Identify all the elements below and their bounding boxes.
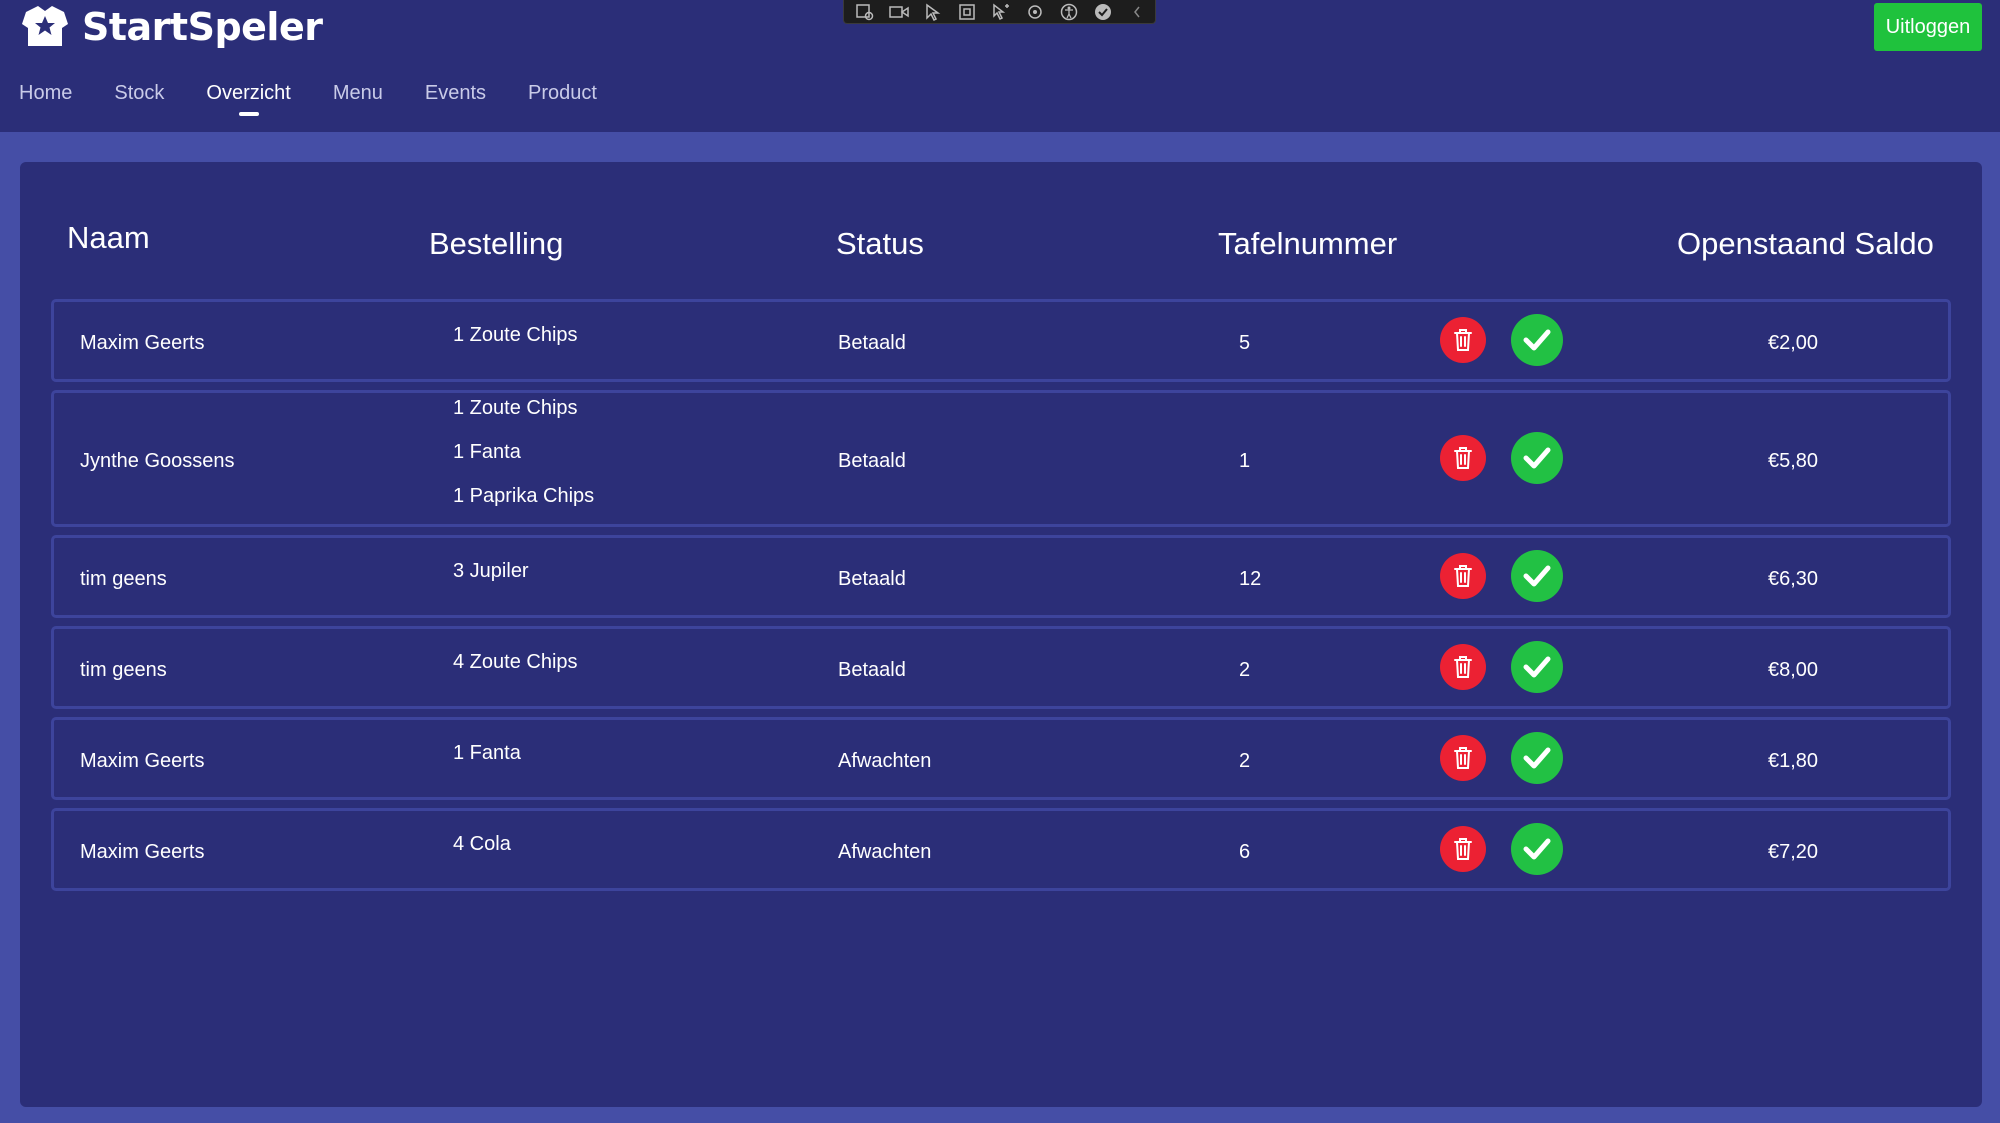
order-status: Betaald — [838, 659, 906, 681]
nav-item-menu[interactable]: Menu — [333, 82, 383, 115]
checkmark-icon — [1523, 656, 1551, 678]
select-icon[interactable] — [922, 2, 944, 22]
delete-button[interactable] — [1440, 553, 1486, 599]
order-item: 3 Jupiler — [453, 560, 529, 582]
order-status: Betaald — [838, 332, 906, 354]
checkmark-icon — [1523, 565, 1551, 587]
inspect-icon[interactable] — [854, 2, 876, 22]
settings-icon[interactable] — [1024, 2, 1046, 22]
confirm-button[interactable] — [1511, 314, 1563, 366]
trash-icon — [1454, 565, 1472, 587]
brand[interactable]: StartSpeler — [18, 2, 323, 52]
delete-button[interactable] — [1440, 826, 1486, 872]
accessibility-icon[interactable] — [1058, 2, 1080, 22]
orders-panel: Naam Bestelling Status Tafelnummer Opens… — [20, 162, 1982, 1107]
order-status: Afwachten — [838, 841, 932, 863]
order-status: Betaald — [838, 450, 906, 472]
order-item: 1 Zoute Chips — [453, 397, 578, 419]
delete-button[interactable] — [1440, 644, 1486, 690]
order-row: Maxim Geerts 4 Cola Afwachten 6 €7,20 — [51, 808, 1951, 891]
confirm-button[interactable] — [1511, 550, 1563, 602]
outstanding-balance: €7,20 — [1768, 841, 1819, 863]
checkmark-icon — [1523, 329, 1551, 351]
table-number: 1 — [1239, 450, 1251, 472]
outstanding-balance: €1,80 — [1768, 750, 1819, 772]
trash-icon — [1454, 838, 1472, 860]
layout-icon[interactable] — [956, 2, 978, 22]
trash-icon — [1454, 656, 1472, 678]
table-number: 2 — [1239, 659, 1251, 681]
header-balance: Openstaand Saldo — [1677, 226, 1934, 261]
dev-toolbar — [843, 0, 1156, 24]
order-item: 4 Zoute Chips — [453, 651, 578, 673]
customer-name: Maxim Geerts — [80, 841, 205, 863]
header-order: Bestelling — [429, 226, 564, 261]
customer-name: Maxim Geerts — [80, 750, 205, 772]
order-item: 1 Fanta — [453, 441, 521, 463]
brand-logo-icon — [18, 2, 72, 52]
record-icon[interactable] — [888, 2, 910, 22]
order-item: 1 Paprika Chips — [453, 485, 595, 507]
trash-icon — [1454, 447, 1472, 469]
checkmark-icon — [1523, 838, 1551, 860]
order-row: Maxim Geerts 1 Fanta Afwachten 2 €1,80 — [51, 717, 1951, 800]
order-status: Afwachten — [838, 750, 932, 772]
customer-name: tim geens — [80, 568, 167, 590]
header-table-number: Tafelnummer — [1218, 226, 1398, 261]
confirm-button[interactable] — [1511, 732, 1563, 784]
nav-item-product[interactable]: Product — [528, 82, 597, 115]
confirm-button[interactable] — [1511, 641, 1563, 693]
logout-button[interactable]: Uitloggen — [1874, 3, 1982, 51]
order-status: Betaald — [838, 568, 906, 590]
table-number: 5 — [1239, 332, 1251, 354]
outstanding-balance: €8,00 — [1768, 659, 1819, 681]
check-icon[interactable] — [1092, 2, 1114, 22]
pointer-icon[interactable] — [990, 2, 1012, 22]
outstanding-balance: €5,80 — [1768, 450, 1819, 472]
order-row: tim geens 3 Jupiler Betaald 12 €6,30 — [51, 535, 1951, 618]
confirm-button[interactable] — [1511, 823, 1563, 875]
delete-button[interactable] — [1440, 735, 1486, 781]
trash-icon — [1454, 747, 1472, 769]
order-row: Maxim Geerts 1 Zoute Chips Betaald 5 €2,… — [51, 299, 1951, 382]
outstanding-balance: €2,00 — [1768, 332, 1819, 354]
table-number: 6 — [1239, 841, 1251, 863]
order-item: 1 Zoute Chips — [453, 324, 578, 346]
table-number: 2 — [1239, 750, 1251, 772]
delete-button[interactable] — [1440, 435, 1486, 481]
outstanding-balance: €6,30 — [1768, 568, 1819, 590]
table-number: 12 — [1239, 568, 1262, 590]
order-item: 4 Cola — [453, 833, 511, 855]
customer-name: Maxim Geerts — [80, 332, 205, 354]
nav-item-events[interactable]: Events — [425, 82, 486, 115]
nav-item-stock[interactable]: Stock — [114, 82, 164, 115]
nav-item-home[interactable]: Home — [19, 82, 72, 115]
customer-name: Jynthe Goossens — [80, 450, 235, 472]
brand-name: StartSpeler — [82, 5, 323, 49]
trash-icon — [1454, 329, 1472, 351]
main-nav: Home Stock Overzicht Menu Events Product — [19, 82, 639, 115]
order-item: 1 Fanta — [453, 742, 521, 764]
confirm-button[interactable] — [1511, 432, 1563, 484]
header-status: Status — [836, 226, 924, 261]
order-row: tim geens 4 Zoute Chips Betaald 2 €8,00 — [51, 626, 1951, 709]
order-row: Jynthe Goossens 1 Zoute Chips 1 Fanta 1 … — [51, 390, 1951, 527]
nav-item-overzicht[interactable]: Overzicht — [206, 82, 290, 115]
checkmark-icon — [1523, 447, 1551, 469]
customer-name: tim geens — [80, 659, 167, 681]
header-name: Naam — [67, 220, 150, 255]
checkmark-icon — [1523, 747, 1551, 769]
delete-button[interactable] — [1440, 317, 1486, 363]
chevron-left-icon[interactable] — [1126, 2, 1148, 22]
